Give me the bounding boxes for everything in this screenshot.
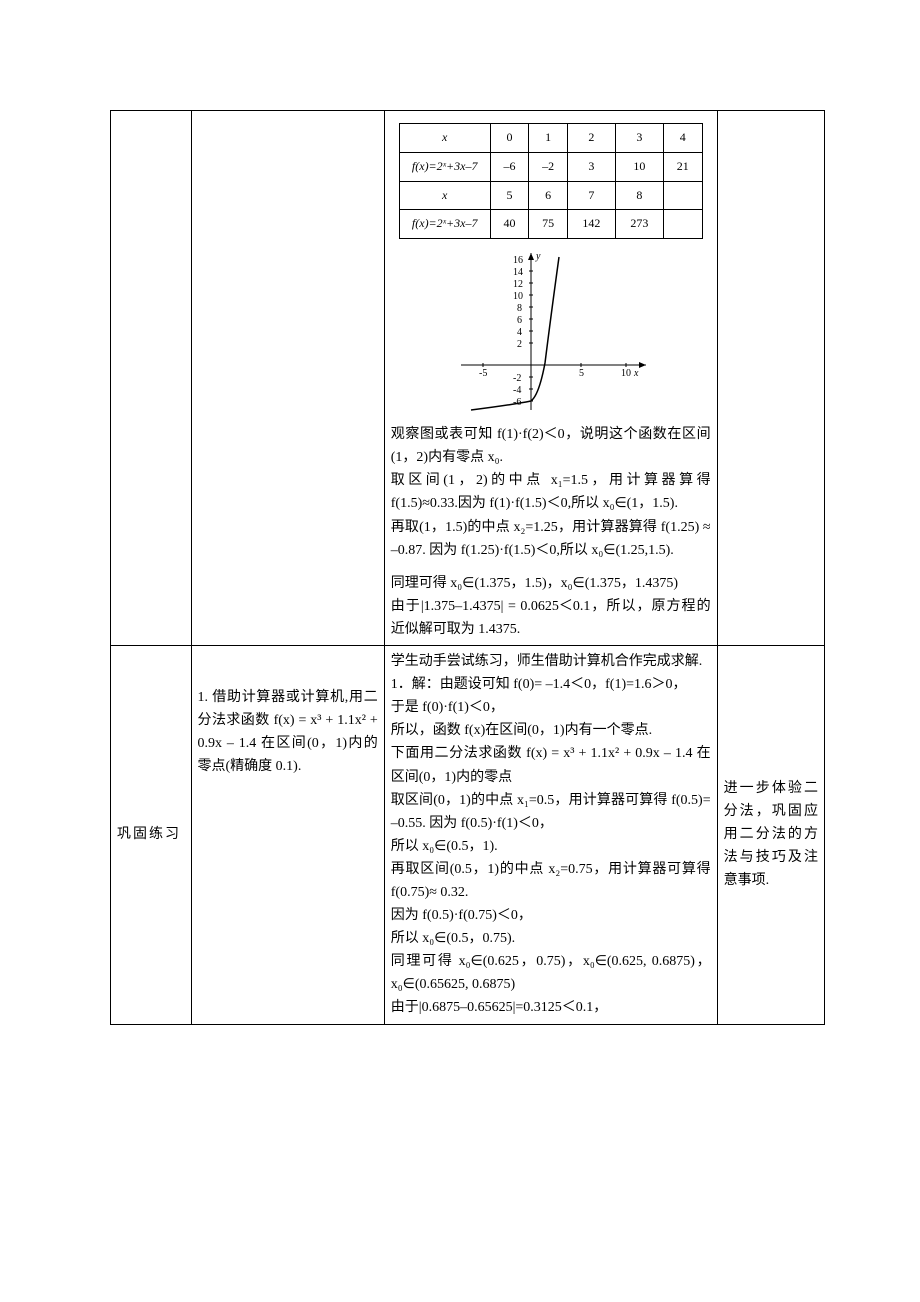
exercise-text: 1. 借助计算器或计算机,用二分法求函数 f(x) = x³ + 1.1x² +… [191, 646, 384, 1025]
xtick: 10 [621, 368, 631, 379]
table-row: f(x)=2ˣ+3x–7 –6 –2 3 10 21 [399, 152, 702, 181]
function-value-table: x 0 1 2 3 4 f(x)=2ˣ+3x–7 –6 –2 3 10 21 x [399, 123, 703, 239]
table-row: x 0 1 2 3 4 [399, 124, 702, 153]
cell: –6 [490, 152, 529, 181]
col-header-x: x [442, 188, 447, 202]
cell: 0 [490, 124, 529, 153]
xtick: -5 [479, 368, 487, 379]
cell: 1 [529, 124, 568, 153]
cell: 8 [615, 181, 663, 210]
cell-r1c3: x 0 1 2 3 4 f(x)=2ˣ+3x–7 –6 –2 3 10 21 x [384, 111, 717, 646]
paragraph: 同理可得 x₀∈(0.625，0.75)，x₀∈(0.625, 0.6875)，… [391, 950, 711, 996]
paragraph: 于是 f(0)·f(1)＜0， [391, 696, 711, 719]
cell: 6 [529, 181, 568, 210]
cell: 21 [663, 152, 702, 181]
cell: 40 [490, 210, 529, 239]
cell-r1c2 [191, 111, 384, 646]
row-header-fx: f(x)=2ˣ+3x–7 [412, 216, 478, 230]
ytick: 12 [513, 279, 523, 290]
solution-cell: 学生动手尝试练习，师生借助计算机合作完成求解. 1．解：由题设可知 f(0)= … [384, 646, 717, 1025]
cell: 75 [529, 210, 568, 239]
table-row: x 0 1 2 3 4 f(x)=2ˣ+3x–7 –6 –2 3 10 21 x [111, 111, 825, 646]
ytick: 14 [513, 267, 523, 278]
section-label: 巩固练习 [111, 646, 192, 1025]
cell: 3 [615, 124, 663, 153]
cell: 2 [567, 124, 615, 153]
paragraph: 因为 f(0.5)·f(0.75)＜0， [391, 904, 711, 927]
cell: 4 [663, 124, 702, 153]
ytick: 16 [513, 255, 523, 266]
col-header-x: x [442, 130, 447, 144]
paragraph: 所以 x₀∈(0.5，0.75). [391, 927, 711, 950]
cell: 273 [615, 210, 663, 239]
lesson-table: x 0 1 2 3 4 f(x)=2ˣ+3x–7 –6 –2 3 10 21 x [110, 110, 825, 1025]
paragraph: 由于|1.375–1.4375| = 0.0625＜0.1，所以，原方程的近似解… [391, 595, 711, 641]
paragraph: 同理可得 x₀∈(1.375，1.5)，x₀∈(1.375，1.4375) [391, 572, 711, 595]
cell: 10 [615, 152, 663, 181]
paragraph: 所以，函数 f(x)在区间(0，1)内有一个零点. [391, 719, 711, 742]
xtick: 5 [579, 368, 584, 379]
cell [663, 210, 702, 239]
notes-cell: 进一步体验二分法，巩固应用二分法的方法与技巧及注意事项. [717, 646, 824, 1025]
ytick: -2 [513, 373, 521, 384]
ytick: -4 [513, 385, 521, 396]
paragraph: 1．解：由题设可知 f(0)= –1.4＜0，f(1)=1.6＞0， [391, 673, 711, 696]
table-row: f(x)=2ˣ+3x–7 40 75 142 273 [399, 210, 702, 239]
ytick: 10 [513, 291, 523, 302]
cell: 142 [567, 210, 615, 239]
paragraph: 取区间(0，1)的中点 x₁=0.5，用计算器可算得 f(0.5)= –0.55… [391, 789, 711, 835]
cell-r1c1 [111, 111, 192, 646]
paragraph: 取区间(1，2)的中点 x₁=1.5，用计算器算得 f(1.5)≈0.33.因为… [391, 469, 711, 515]
paragraph: 学生动手尝试练习，师生借助计算机合作完成求解. [391, 650, 711, 673]
paragraph: 由于|0.6875–0.65625|=0.3125＜0.1， [391, 996, 711, 1019]
paragraph: 所以 x₀∈(0.5，1). [391, 835, 711, 858]
ytick: 2 [517, 339, 522, 350]
paragraph: 再取(1，1.5)的中点 x₂=1.25，用计算器算得 f(1.25) ≈ –0… [391, 516, 711, 562]
ytick: 4 [517, 327, 522, 338]
row-header-fx: f(x)=2ˣ+3x–7 [412, 159, 478, 173]
ylabel: y [535, 251, 541, 262]
table-row: 巩固练习 1. 借助计算器或计算机,用二分法求函数 f(x) = x³ + 1.… [111, 646, 825, 1025]
ytick: 8 [517, 303, 522, 314]
cell: –2 [529, 152, 568, 181]
document-page: x 0 1 2 3 4 f(x)=2ˣ+3x–7 –6 –2 3 10 21 x [0, 0, 920, 1302]
cell: 5 [490, 181, 529, 210]
cell: 7 [567, 181, 615, 210]
cell [663, 181, 702, 210]
cell: 3 [567, 152, 615, 181]
ytick: 6 [517, 315, 522, 326]
xlabel: x [633, 368, 639, 379]
function-graph: 16 14 12 10 8 6 4 2 -2 -4 -6 -5 5 10 [451, 245, 651, 415]
paragraph: 下面用二分法求函数 f(x) = x³ + 1.1x² + 0.9x – 1.4… [391, 742, 711, 788]
table-row: x 5 6 7 8 [399, 181, 702, 210]
paragraph: 观察图或表可知 f(1)·f(2)＜0，说明这个函数在区间(1，2)内有零点 x… [391, 423, 711, 469]
paragraph: 再取区间(0.5，1)的中点 x₂=0.75，用计算器可算得 f(0.75)≈ … [391, 858, 711, 904]
cell-r1c4 [717, 111, 824, 646]
